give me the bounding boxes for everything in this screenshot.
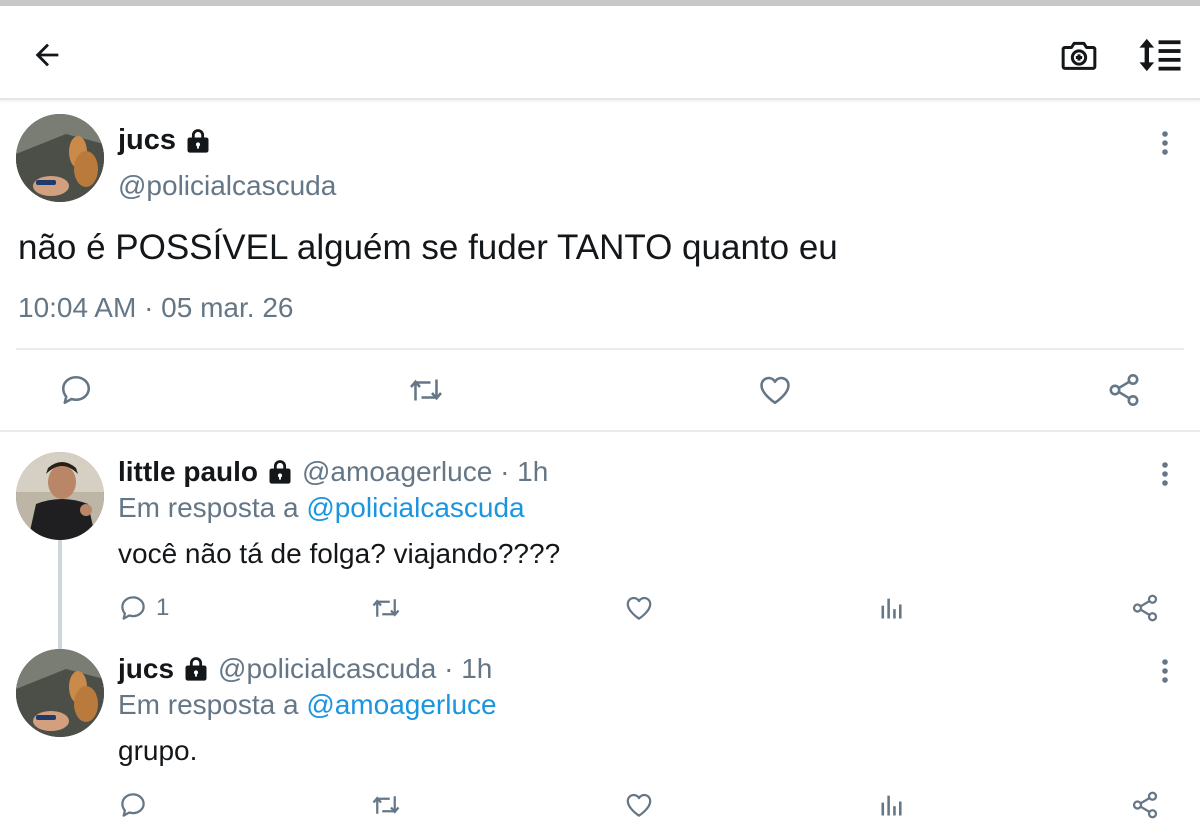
share-button[interactable] [1130,787,1160,823]
like-button[interactable] [624,590,654,626]
share-button[interactable] [1102,368,1146,412]
reply-button[interactable] [54,368,98,412]
avatar[interactable] [16,649,104,737]
divider [16,348,1184,350]
more-vertical-icon [1162,131,1168,155]
camera-button[interactable] [1056,32,1102,78]
reply-icon [61,375,91,405]
share-icon [1132,791,1158,819]
more-vertical-icon [1162,462,1168,486]
lock-icon [187,128,209,153]
tweet-text: não é POSSÍVEL alguém se fuder TANTO qua… [18,228,838,267]
in-reply-to: Em resposta a @policialcascuda [118,492,525,524]
retweet-icon [372,796,400,814]
more-options-button[interactable] [1150,123,1180,163]
author-name[interactable]: little paulo [118,456,258,488]
author-handle[interactable]: @policialcascuda [118,170,336,202]
reply-tweet[interactable]: little paulo @amoagerluce · 1h Em respos… [0,432,1200,632]
like-button[interactable] [753,368,797,412]
arrow-left-icon [35,43,59,67]
in-reply-to: Em resposta a @amoagerluce [118,689,497,721]
more-options-button[interactable] [1150,454,1180,494]
in-reply-prefix: Em resposta a [118,689,299,720]
more-vertical-icon [1162,659,1168,683]
avatar[interactable] [16,452,104,540]
like-button[interactable] [624,787,654,823]
share-icon [1109,374,1139,406]
mention-link[interactable]: @amoagerluce [306,689,496,720]
retweet-icon [372,599,400,617]
camera-plus-icon [1061,41,1097,70]
reply-icon [121,596,145,620]
reply-count: 1 [156,594,170,621]
like-icon [626,596,652,620]
reply-tweet[interactable]: jucs @policialcascuda · 1h Em resposta a… [0,629,1200,834]
lock-icon [269,460,291,484]
tweet-text: você não tá de folga? viajando???? [118,538,561,569]
reply-icon [121,793,145,817]
reply-header: little paulo @amoagerluce · 1h [118,456,548,488]
analytics-button[interactable] [878,787,906,823]
author-name-text: jucs [118,124,177,156]
reply-header: jucs @policialcascuda · 1h [118,653,492,685]
top-app-bar [0,6,1200,100]
reply-button[interactable]: 1 [118,590,169,626]
share-icon [1132,594,1158,622]
tweet-text: grupo. [118,735,198,766]
analytics-icon [881,795,902,816]
like-icon [760,376,790,405]
sort-button[interactable] [1136,32,1184,78]
author-handle[interactable]: @policialcascuda · 1h [218,653,492,685]
analytics-button[interactable] [878,590,906,626]
more-options-button[interactable] [1150,651,1180,691]
back-button[interactable] [24,32,70,78]
retweet-button[interactable] [370,787,402,823]
sort-list-icon [1139,38,1181,72]
lock-icon [185,657,207,681]
tweet-timestamp: 10:04 AM · 05 mar. 26 [18,292,294,323]
retweet-button[interactable] [370,590,402,626]
main-tweet: jucs @policialcascuda não é POSSÍVEL alg… [0,100,1200,430]
share-button[interactable] [1130,590,1160,626]
in-reply-prefix: Em resposta a [118,492,299,523]
analytics-icon [881,598,902,619]
like-icon [626,793,652,817]
retweet-icon [410,379,442,401]
avatar[interactable] [16,114,104,202]
mention-link[interactable]: @policialcascuda [306,492,524,523]
reply-button[interactable] [118,787,156,823]
author-handle[interactable]: @amoagerluce · 1h [302,456,548,488]
author-name[interactable]: jucs [118,124,212,157]
retweet-button[interactable] [404,368,448,412]
author-name[interactable]: jucs [118,653,174,685]
